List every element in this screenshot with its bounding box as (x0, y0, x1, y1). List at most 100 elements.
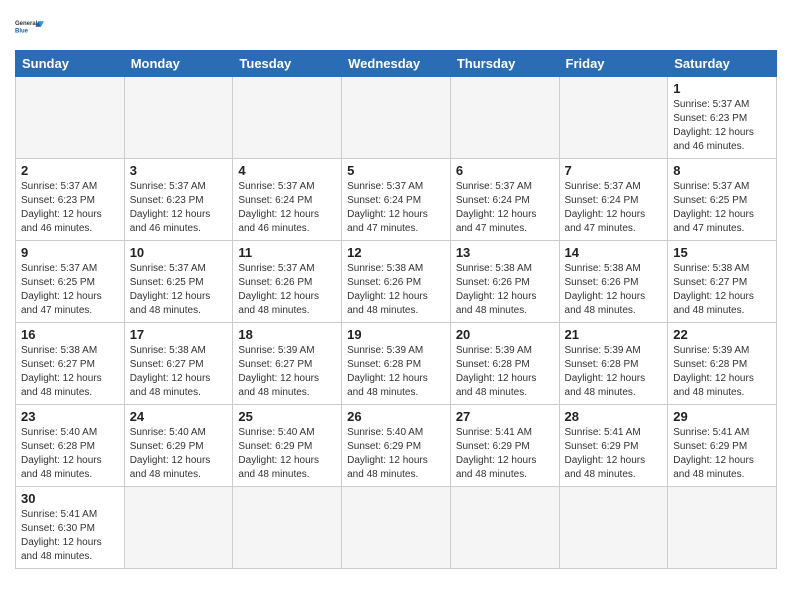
calendar-cell: 16 Sunrise: 5:38 AMSunset: 6:27 PMDayligh… (16, 323, 125, 405)
day-number: 19 (347, 327, 445, 342)
calendar-cell: 10 Sunrise: 5:37 AMSunset: 6:25 PMDayligh… (124, 241, 233, 323)
day-info: Sunrise: 5:37 AMSunset: 6:25 PMDaylight:… (130, 262, 228, 318)
calendar-cell: 30 Sunrise: 5:41 AMSunset: 6:30 PMDayligh… (16, 487, 125, 569)
day-number: 4 (238, 163, 336, 178)
calendar-cell (450, 77, 559, 159)
day-info: Sunrise: 5:39 AMSunset: 6:28 PMDaylight:… (673, 344, 771, 400)
day-number: 7 (565, 163, 663, 178)
day-info: Sunrise: 5:40 AMSunset: 6:29 PMDaylight:… (238, 426, 336, 482)
calendar-cell: 6Sunrise: 5:37 AMSunset: 6:24 PMDaylight… (450, 159, 559, 241)
calendar-cell: 7 Sunrise: 5:37 AMSunset: 6:24 PMDaylight… (559, 159, 668, 241)
calendar-cell (233, 77, 342, 159)
calendar-cell: 23 Sunrise: 5:40 AMSunset: 6:28 PMDayligh… (16, 405, 125, 487)
day-info: Sunrise: 5:41 AMSunset: 6:30 PMDaylight:… (21, 508, 119, 564)
calendar-cell (668, 487, 777, 569)
calendar-cell: 25Sunrise: 5:40 AMSunset: 6:29 PMDayligh… (233, 405, 342, 487)
day-info: Sunrise: 5:39 AMSunset: 6:28 PMDaylight:… (456, 344, 554, 400)
svg-text:Blue: Blue (15, 28, 29, 34)
calendar-cell: 24 Sunrise: 5:40 AMSunset: 6:29 PMDayligh… (124, 405, 233, 487)
day-number: 22 (673, 327, 771, 342)
day-info: Sunrise: 5:38 AMSunset: 6:26 PMDaylight:… (456, 262, 554, 318)
day-info: Sunrise: 5:38 AMSunset: 6:27 PMDaylight:… (21, 344, 119, 400)
day-header-friday: Friday (559, 51, 668, 77)
day-number: 27 (456, 409, 554, 424)
calendar-week-row: 16 Sunrise: 5:38 AMSunset: 6:27 PMDayligh… (16, 323, 777, 405)
calendar-cell: 26Sunrise: 5:40 AMSunset: 6:29 PMDayligh… (342, 405, 451, 487)
day-number: 12 (347, 245, 445, 260)
calendar-week-row: 2 Sunrise: 5:37 AMSunset: 6:23 PMDaylight… (16, 159, 777, 241)
calendar-header-row: SundayMondayTuesdayWednesdayThursdayFrid… (16, 51, 777, 77)
day-number: 15 (673, 245, 771, 260)
calendar-cell (559, 487, 668, 569)
day-info: Sunrise: 5:41 AMSunset: 6:29 PMDaylight:… (565, 426, 663, 482)
svg-text:General: General (15, 21, 38, 27)
day-number: 28 (565, 409, 663, 424)
day-number: 1 (673, 81, 771, 96)
day-info: Sunrise: 5:37 AMSunset: 6:24 PMDaylight:… (565, 180, 663, 236)
calendar-cell: 27Sunrise: 5:41 AMSunset: 6:29 PMDayligh… (450, 405, 559, 487)
calendar-cell: 9 Sunrise: 5:37 AMSunset: 6:25 PMDaylight… (16, 241, 125, 323)
calendar-cell: 18Sunrise: 5:39 AMSunset: 6:27 PMDayligh… (233, 323, 342, 405)
calendar-cell: 1 Sunrise: 5:37 AMSunset: 6:23 PMDaylight… (668, 77, 777, 159)
calendar-cell: 13Sunrise: 5:38 AMSunset: 6:26 PMDayligh… (450, 241, 559, 323)
calendar-cell: 19 Sunrise: 5:39 AMSunset: 6:28 PMDayligh… (342, 323, 451, 405)
calendar-table: SundayMondayTuesdayWednesdayThursdayFrid… (15, 50, 777, 569)
day-info: Sunrise: 5:40 AMSunset: 6:28 PMDaylight:… (21, 426, 119, 482)
day-number: 23 (21, 409, 119, 424)
day-info: Sunrise: 5:37 AMSunset: 6:25 PMDaylight:… (21, 262, 119, 318)
day-info: Sunrise: 5:37 AMSunset: 6:26 PMDaylight:… (238, 262, 336, 318)
calendar-cell: 12 Sunrise: 5:38 AMSunset: 6:26 PMDayligh… (342, 241, 451, 323)
day-number: 2 (21, 163, 119, 178)
calendar-week-row: 30 Sunrise: 5:41 AMSunset: 6:30 PMDayligh… (16, 487, 777, 569)
day-number: 10 (130, 245, 228, 260)
day-info: Sunrise: 5:37 AMSunset: 6:24 PMDaylight:… (347, 180, 445, 236)
day-number: 20 (456, 327, 554, 342)
calendar-cell (450, 487, 559, 569)
day-number: 21 (565, 327, 663, 342)
calendar-cell: 20 Sunrise: 5:39 AMSunset: 6:28 PMDayligh… (450, 323, 559, 405)
calendar-cell: 14Sunrise: 5:38 AMSunset: 6:26 PMDayligh… (559, 241, 668, 323)
day-info: Sunrise: 5:38 AMSunset: 6:26 PMDaylight:… (347, 262, 445, 318)
day-number: 11 (238, 245, 336, 260)
day-number: 24 (130, 409, 228, 424)
day-info: Sunrise: 5:41 AMSunset: 6:29 PMDaylight:… (673, 426, 771, 482)
day-number: 9 (21, 245, 119, 260)
calendar-cell: 17 Sunrise: 5:38 AMSunset: 6:27 PMDayligh… (124, 323, 233, 405)
day-number: 16 (21, 327, 119, 342)
calendar-cell: 3 Sunrise: 5:37 AMSunset: 6:23 PMDaylight… (124, 159, 233, 241)
calendar-week-row: 9 Sunrise: 5:37 AMSunset: 6:25 PMDaylight… (16, 241, 777, 323)
day-info: Sunrise: 5:38 AMSunset: 6:27 PMDaylight:… (130, 344, 228, 400)
calendar-cell (124, 487, 233, 569)
calendar-cell: 4Sunrise: 5:37 AMSunset: 6:24 PMDaylight… (233, 159, 342, 241)
calendar-cell: 8Sunrise: 5:37 AMSunset: 6:25 PMDaylight… (668, 159, 777, 241)
day-header-wednesday: Wednesday (342, 51, 451, 77)
day-number: 3 (130, 163, 228, 178)
day-number: 17 (130, 327, 228, 342)
day-number: 29 (673, 409, 771, 424)
calendar-cell (124, 77, 233, 159)
day-header-saturday: Saturday (668, 51, 777, 77)
calendar-cell (559, 77, 668, 159)
calendar-week-row: 1 Sunrise: 5:37 AMSunset: 6:23 PMDaylight… (16, 77, 777, 159)
day-info: Sunrise: 5:38 AMSunset: 6:27 PMDaylight:… (673, 262, 771, 318)
day-info: Sunrise: 5:37 AMSunset: 6:23 PMDaylight:… (130, 180, 228, 236)
day-header-sunday: Sunday (16, 51, 125, 77)
day-header-monday: Monday (124, 51, 233, 77)
calendar-cell: 22 Sunrise: 5:39 AMSunset: 6:28 PMDayligh… (668, 323, 777, 405)
calendar-cell: 5Sunrise: 5:37 AMSunset: 6:24 PMDaylight… (342, 159, 451, 241)
calendar-cell: 15 Sunrise: 5:38 AMSunset: 6:27 PMDayligh… (668, 241, 777, 323)
day-info: Sunrise: 5:40 AMSunset: 6:29 PMDaylight:… (130, 426, 228, 482)
logo: GeneralBlue (15, 10, 47, 42)
calendar-cell (342, 77, 451, 159)
day-number: 14 (565, 245, 663, 260)
day-info: Sunrise: 5:37 AMSunset: 6:23 PMDaylight:… (673, 98, 771, 154)
calendar-cell (233, 487, 342, 569)
calendar-cell: 28 Sunrise: 5:41 AMSunset: 6:29 PMDayligh… (559, 405, 668, 487)
day-number: 30 (21, 491, 119, 506)
day-info: Sunrise: 5:39 AMSunset: 6:28 PMDaylight:… (347, 344, 445, 400)
day-number: 26 (347, 409, 445, 424)
calendar-week-row: 23 Sunrise: 5:40 AMSunset: 6:28 PMDayligh… (16, 405, 777, 487)
day-info: Sunrise: 5:37 AMSunset: 6:23 PMDaylight:… (21, 180, 119, 236)
day-header-thursday: Thursday (450, 51, 559, 77)
day-info: Sunrise: 5:37 AMSunset: 6:25 PMDaylight:… (673, 180, 771, 236)
